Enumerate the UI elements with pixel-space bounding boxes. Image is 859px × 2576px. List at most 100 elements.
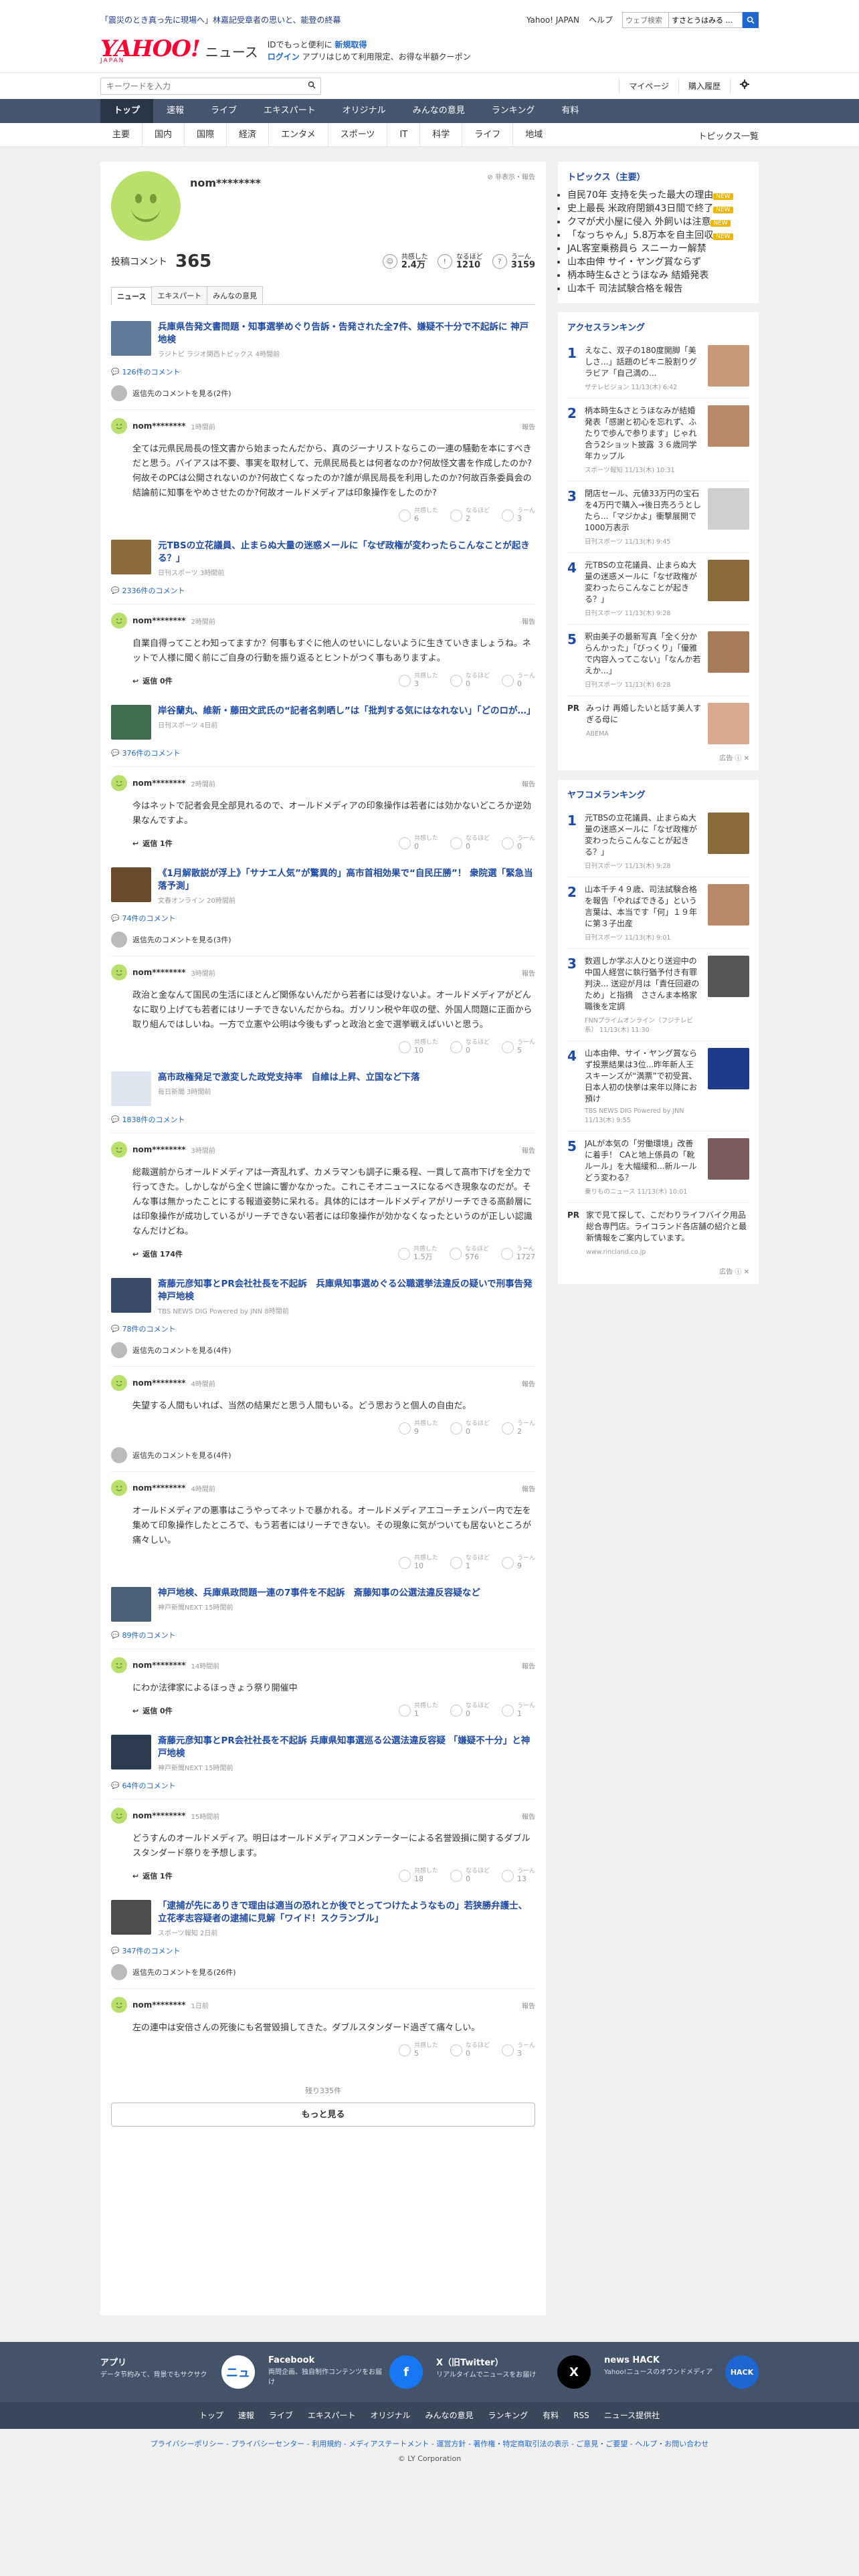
hmm-vote[interactable]: うーん 2 — [501, 1420, 535, 1436]
gnav-item[interactable]: 速報 — [153, 99, 197, 123]
topic-item[interactable]: 山本千 司法試験合格を報告 — [567, 282, 749, 295]
comment-author[interactable]: nom******** — [132, 968, 186, 977]
rank-title[interactable]: 山本由伸、サイ・ヤング賞ならず投票結果は3位...昨年新人王スキーンズが“満票”… — [585, 1048, 701, 1105]
report-link[interactable]: 報告 — [522, 421, 535, 431]
gnav-item[interactable]: 有料 — [548, 99, 592, 123]
gnav-item[interactable]: エキスパート — [250, 99, 329, 123]
comment-count-link[interactable]: 💬 64件のコメント — [111, 1780, 535, 1791]
show-parent-comments[interactable]: 返信先のコメントを見る(26件) — [111, 1964, 535, 1980]
rank-thumbnail[interactable] — [708, 560, 749, 601]
subnav-item[interactable]: 主要 — [100, 123, 143, 147]
comment-author[interactable]: nom******** — [132, 778, 186, 788]
article-thumbnail[interactable] — [111, 867, 151, 902]
footer-nav-item[interactable]: オリジナル — [371, 2402, 411, 2429]
comment-count-link[interactable]: 💬 74件のコメント — [111, 913, 535, 924]
comment-author[interactable]: nom******** — [132, 1811, 186, 1820]
hmm-vote[interactable]: うーん 13 — [501, 1868, 535, 1884]
topic-item[interactable]: JAL客室乗務員ら スニーカー解禁 — [567, 241, 749, 255]
gnav-item[interactable]: トップ — [100, 99, 154, 123]
topic-title[interactable]: 山本由伸 サイ・ヤング賞ならず — [567, 257, 701, 267]
topics-list-link[interactable]: トピックス一覧 — [698, 129, 759, 142]
subnav-item[interactable]: IT — [387, 123, 421, 147]
subnav-item[interactable]: 科学 — [420, 123, 463, 147]
topic-item[interactable]: 柄本時生&さとうほなみ 結婚発表 — [567, 268, 749, 282]
agree-vote[interactable]: なるほど 0 — [450, 673, 490, 689]
comment-count-link[interactable]: 💬 89件のコメント — [111, 1630, 535, 1640]
web-search-value[interactable] — [669, 12, 743, 28]
empathy-vote[interactable]: 共感した 1 — [398, 1703, 438, 1719]
agree-vote[interactable]: なるほど 1 — [450, 1555, 490, 1571]
gear-icon[interactable] — [730, 79, 759, 94]
pr-ad-1[interactable]: PR みっけ 再婚したいと話す美人すぎる母に ABEMA — [567, 696, 749, 751]
show-parent-comments[interactable]: 返信先のコメントを見る(4件) — [111, 1447, 535, 1463]
subnav-item[interactable]: エンタメ — [269, 123, 328, 147]
topic-item[interactable]: クマが犬小屋に侵入 外飼いは注意NEW — [567, 215, 749, 228]
show-parent-comments[interactable]: 返信先のコメントを見る(4件) — [111, 1342, 535, 1358]
ranking-item[interactable]: 5 JALが本気の「労働環境」改善に着手！ CAと地上係員の「靴ルール」を大幅緩和… — [567, 1132, 749, 1203]
subnav-item[interactable]: 経済 — [227, 123, 270, 147]
rank-thumbnail[interactable] — [708, 813, 749, 854]
ranking-item[interactable]: 3 数週しか学ぶ人ひとり送迎中の中国人経営に執行猶予付き有罪判決... 送迎が月は… — [567, 949, 749, 1041]
comment-author[interactable]: nom******** — [132, 1378, 186, 1388]
hmm-vote[interactable]: うーん 1727 — [501, 1246, 535, 1262]
article-title[interactable]: 「逮捕が先にありきで理由は適当の恐れとか後でとってつけたようなもの」若狭勝弁護士… — [158, 1900, 535, 1925]
agree-vote[interactable]: なるほど 2 — [450, 508, 490, 524]
topic-title[interactable]: 山本千 司法試験合格を報告 — [567, 284, 682, 294]
article-thumbnail[interactable] — [111, 705, 151, 740]
footer-nav-item[interactable]: ライブ — [269, 2402, 293, 2429]
search-icon[interactable] — [743, 12, 759, 28]
rank-thumbnail[interactable] — [708, 956, 749, 997]
rank-title[interactable]: 元TBSの立花議員、止まらぬ大量の迷惑メールに「なぜ政権が変わったらこんなことが… — [585, 560, 701, 605]
rank-thumbnail[interactable] — [708, 631, 749, 673]
news-brand[interactable]: ニュース — [205, 41, 258, 61]
report-link[interactable]: 報告 — [522, 616, 535, 626]
topic-item[interactable]: 自民70年 支持を失った最大の理由NEW — [567, 188, 749, 201]
footer-nav-item[interactable]: トップ — [199, 2402, 223, 2429]
agree-vote[interactable]: なるほど 0 — [450, 1703, 490, 1719]
subnav-item[interactable]: 国内 — [142, 123, 185, 147]
agree-vote[interactable]: なるほど 0 — [450, 1420, 490, 1436]
subnav-item[interactable]: スポーツ — [328, 123, 388, 147]
rank-thumbnail[interactable] — [708, 1048, 749, 1089]
hide-report-link[interactable]: ⊘ 非表示・報告 — [487, 171, 535, 181]
footer-app-2[interactable]: X（旧Twitter） リアルタイムでニュースをお届け X — [436, 2355, 591, 2389]
comment-count-link[interactable]: 💬 78件のコメント — [111, 1323, 535, 1334]
article-title[interactable]: 兵庫県告発文書問題・知事選挙めぐり告訴・告発された全7件、嫌疑不十分で不起訴に … — [158, 321, 535, 346]
topic-title[interactable]: 史上最長 米政府閉鎖43日間で終了 — [567, 203, 713, 214]
rank-title[interactable]: 柄本時生&さとうほなみが結婚発表「感謝と初心を忘れず、ふたりで歩んで参ります」じ… — [585, 405, 701, 462]
article-title[interactable]: 斎藤元彦知事とPR会社社長を不起訴 兵庫県知事選巡る公選法違反容疑 「嫌疑不十分… — [158, 1735, 535, 1760]
article-thumbnail[interactable] — [111, 1735, 151, 1769]
topic-title[interactable]: JAL客室乗務員ら スニーカー解禁 — [567, 243, 706, 254]
report-link[interactable]: 報告 — [522, 1660, 535, 1671]
empathy-vote[interactable]: 共感した 1.5万 — [397, 1246, 438, 1262]
tab-opinions[interactable]: みんなの意見 — [207, 286, 264, 304]
footer-app-1[interactable]: Facebook 両問企画、独自制作コンテンツをお届け f — [268, 2355, 423, 2389]
hmm-vote[interactable]: うーん 3 — [501, 508, 535, 524]
comment-author[interactable]: nom******** — [132, 1145, 186, 1154]
agree-vote[interactable]: なるほど 0 — [450, 1868, 490, 1884]
comment-count-link[interactable]: 💬 2336件のコメント — [111, 585, 535, 596]
load-more-button[interactable]: もっと見る — [111, 2103, 535, 2127]
ranking-item[interactable]: 2 柄本時生&さとうほなみが結婚発表「感謝と初心を忘れず、ふたりで歩んで参ります」… — [567, 399, 749, 481]
hmm-vote[interactable]: うーん 0 — [501, 673, 535, 689]
subnav-item[interactable]: 国際 — [185, 123, 227, 147]
ranking-item[interactable]: 3 閉店セール、元値33万円の宝石を4万円で購入→後日売ろうとしたら...「マジか… — [567, 481, 749, 553]
empathy-vote[interactable]: 共感した 9 — [398, 1420, 438, 1436]
comment-author[interactable]: nom******** — [132, 421, 186, 431]
agree-vote[interactable]: なるほど 0 — [450, 2042, 490, 2058]
article-thumbnail[interactable] — [111, 1278, 151, 1313]
topic-title[interactable]: 自民70年 支持を失った最大の理由 — [567, 190, 713, 201]
rank-thumbnail[interactable] — [708, 488, 749, 530]
rank-title[interactable]: 閉店セール、元値33万円の宝石を4万円で購入→後日売ろうとしたら...「マジかよ… — [585, 488, 701, 534]
footer-nav-item[interactable]: 速報 — [238, 2402, 254, 2429]
flash-news-link[interactable]: 「震災のとき真っ先に現場へ」林嘉記受章者の思いと、能登の終幕 — [100, 11, 341, 29]
footer-nav-item[interactable]: 有料 — [543, 2402, 559, 2429]
comment-author[interactable]: nom******** — [132, 1483, 186, 1493]
tab-expert[interactable]: エキスパート — [151, 286, 208, 304]
footer-nav-item[interactable]: ニュース提供社 — [604, 2402, 660, 2429]
article-title[interactable]: 《1月解散説が浮上》「サナエ人気”が驚異的」高市首相効果で“自民圧勝”！ 衆院選… — [158, 867, 535, 893]
reply-button[interactable]: ↩ 返信 174件 — [132, 1249, 183, 1259]
gnav-item[interactable]: ランキング — [478, 99, 549, 123]
report-link[interactable]: 報告 — [522, 1483, 535, 1493]
footer-app-0[interactable]: アプリ データ节約みて、背景でもサクサク ニュ — [100, 2355, 255, 2389]
